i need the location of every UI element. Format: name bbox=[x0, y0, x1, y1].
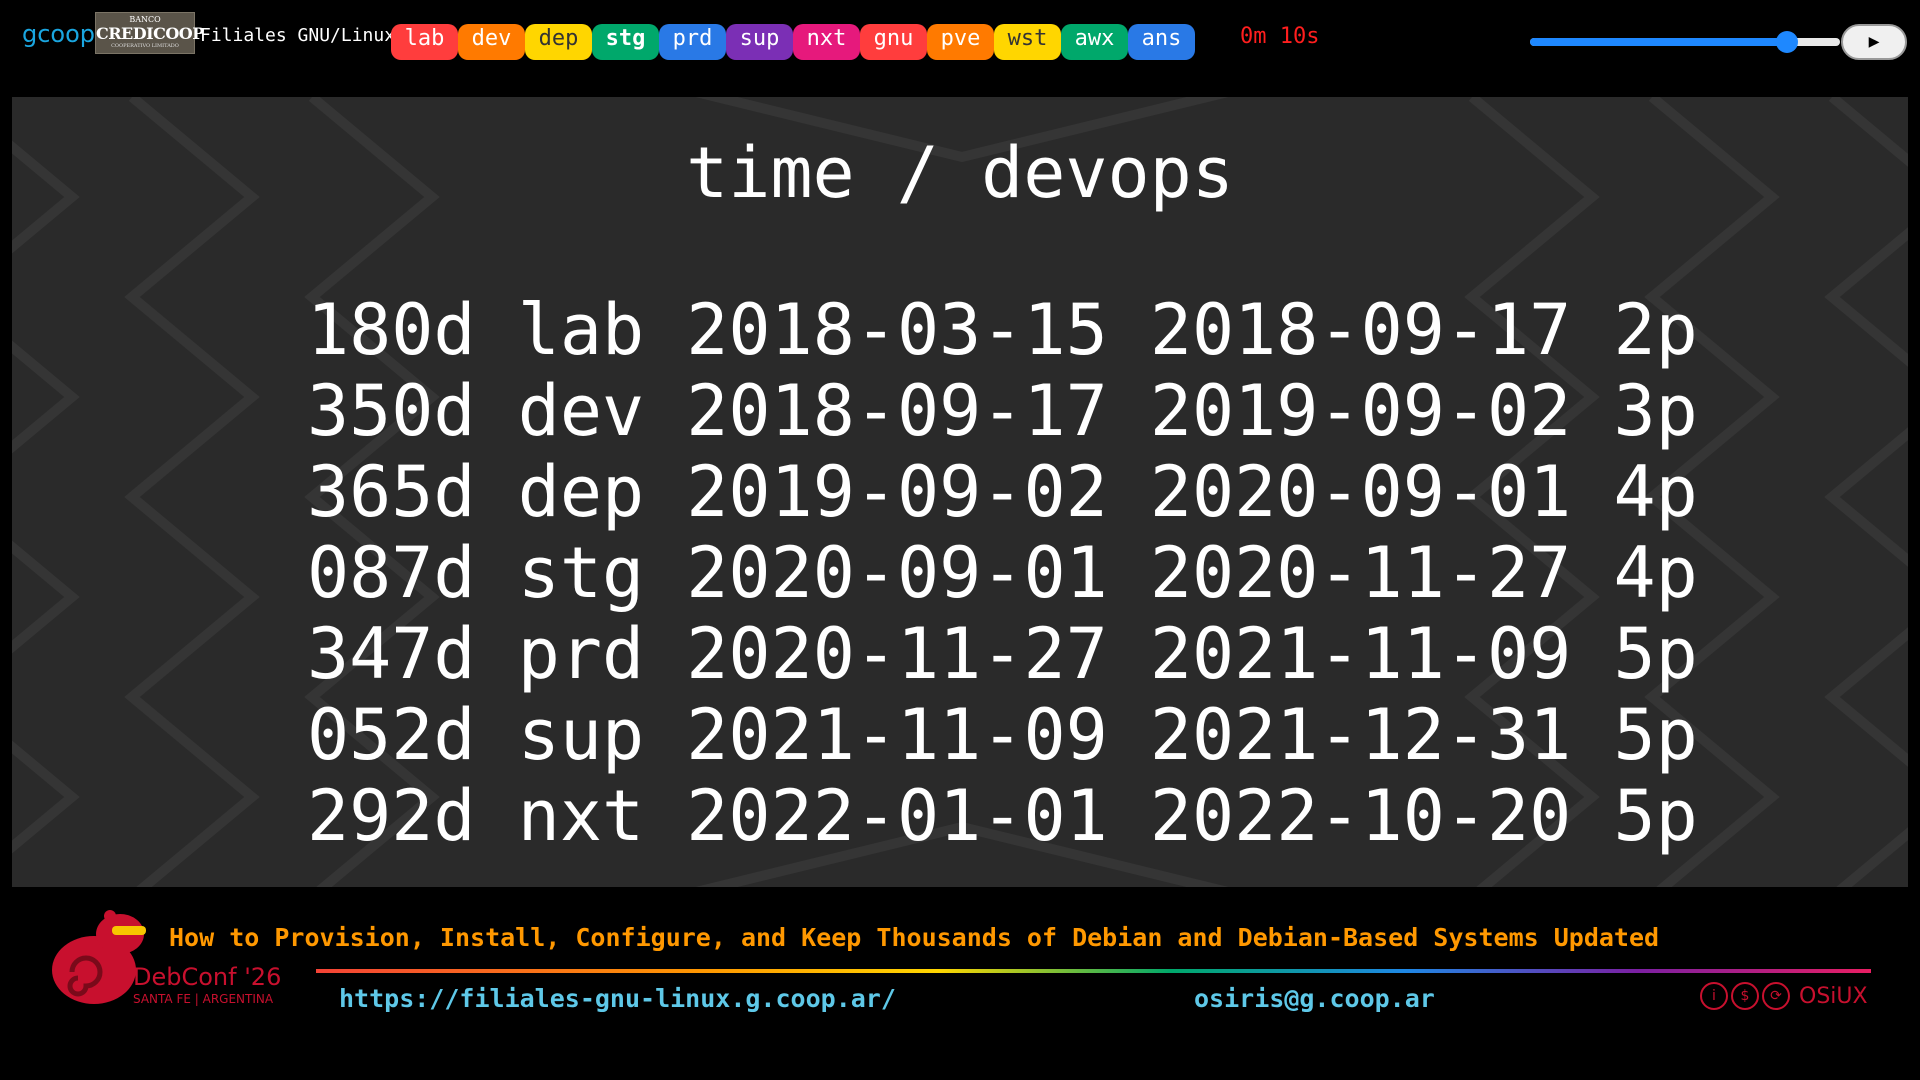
tab-dev[interactable]: dev bbox=[458, 24, 525, 60]
bank-logo-name: CREDICOOP bbox=[96, 24, 204, 43]
tab-stg[interactable]: stg bbox=[592, 24, 659, 60]
tab-pve[interactable]: pve bbox=[927, 24, 994, 60]
timeline-row: 347d prd 2020-11-27 2021-11-09 5p bbox=[307, 613, 1698, 695]
footer: DebConf '26 SANTA FE | ARGENTINA How to … bbox=[0, 887, 1920, 1080]
tab-ans[interactable]: ans bbox=[1128, 24, 1195, 60]
timeline-table: 180d lab 2018-03-15 2018-09-17 2p 350d d… bbox=[307, 290, 1698, 857]
timeline-row: 350d dev 2018-09-17 2019-09-02 3p bbox=[307, 370, 1698, 452]
elapsed-timer: 0m 10s bbox=[1240, 24, 1320, 49]
site-title[interactable]: Filiales GNU/Linux bbox=[200, 25, 395, 46]
slider-knob[interactable] bbox=[1776, 31, 1799, 53]
license-badge[interactable]: i $ ⟳ OSiUX bbox=[1700, 982, 1868, 1010]
talk-title: How to Provision, Install, Configure, an… bbox=[169, 923, 1660, 952]
timeline-row: 292d nxt 2022-01-01 2022-10-20 5p bbox=[307, 775, 1698, 857]
play-icon: ▶ bbox=[1868, 31, 1880, 52]
debconf-label: DebConf '26 bbox=[133, 963, 282, 991]
progress-slider[interactable] bbox=[1530, 31, 1840, 53]
tab-sup[interactable]: sup bbox=[726, 24, 793, 60]
slide-title: time / devops bbox=[686, 132, 1234, 214]
tab-gnu[interactable]: gnu bbox=[860, 24, 927, 60]
section-tabs: lab dev dep stg prd sup nxt gnu pve wst awx ans bbox=[391, 24, 1195, 60]
cc-sa-icon: ⟳ bbox=[1762, 982, 1790, 1010]
top-bar: gcoop BANCO CREDICOOP COOPERATIVO LIMITA… bbox=[0, 0, 1920, 90]
debconf-location: SANTA FE | ARGENTINA bbox=[133, 992, 274, 1006]
rainbow-divider bbox=[316, 969, 1871, 973]
cc-by-icon: i bbox=[1700, 982, 1728, 1010]
gcoop-logo[interactable]: gcoop bbox=[22, 20, 95, 48]
bank-logo-bottom: COOPERATIVO LIMITADO bbox=[111, 43, 179, 49]
timeline-row: 180d lab 2018-03-15 2018-09-17 2p bbox=[307, 289, 1698, 371]
tab-awx[interactable]: awx bbox=[1061, 24, 1128, 60]
cc-nc-icon: $ bbox=[1731, 982, 1759, 1010]
tab-lab[interactable]: lab bbox=[391, 24, 458, 60]
email-link[interactable]: osiris@g.coop.ar bbox=[1194, 984, 1435, 1013]
timeline-row: 087d stg 2020-09-01 2020-11-27 4p bbox=[307, 532, 1698, 614]
slide: time / devops 180d lab 2018-03-15 2018-0… bbox=[12, 97, 1908, 887]
timeline-row: 052d sup 2021-11-09 2021-12-31 5p bbox=[307, 694, 1698, 776]
play-button[interactable]: ▶ bbox=[1841, 24, 1907, 60]
timeline-row: 365d dep 2019-09-02 2020-09-01 4p bbox=[307, 451, 1698, 533]
slider-fill bbox=[1530, 38, 1788, 46]
tab-nxt[interactable]: nxt bbox=[793, 24, 860, 60]
tab-dep[interactable]: dep bbox=[525, 24, 592, 60]
credicoop-logo[interactable]: BANCO CREDICOOP COOPERATIVO LIMITADO bbox=[95, 12, 204, 54]
tab-wst[interactable]: wst bbox=[994, 24, 1061, 60]
project-url-link[interactable]: https://filiales-gnu-linux.g.coop.ar/ bbox=[339, 984, 896, 1013]
tab-prd[interactable]: prd bbox=[659, 24, 726, 60]
author-name: OSiUX bbox=[1799, 983, 1868, 1009]
